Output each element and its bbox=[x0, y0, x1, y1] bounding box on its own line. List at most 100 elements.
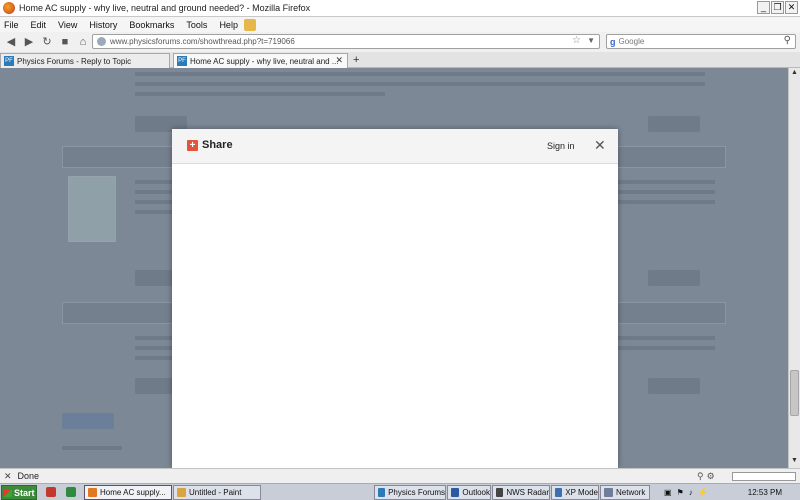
taskbar-label: Home AC supply... bbox=[100, 488, 166, 497]
taskbar: Start Home AC supply... Untitled - Paint… bbox=[0, 483, 800, 500]
close-icon[interactable]: ✕ bbox=[594, 137, 606, 154]
text-line bbox=[62, 446, 122, 450]
url-text: www.physicsforums.com/showthread.php?t=7… bbox=[110, 37, 295, 46]
paint-icon bbox=[177, 488, 186, 497]
tab-label: Physics Forums - Reply to Topic bbox=[17, 56, 132, 66]
tray-network-icon[interactable]: ▣ bbox=[664, 488, 672, 497]
window-title: Home AC supply - why live, neutral and g… bbox=[19, 3, 311, 13]
menu-bookmarks[interactable]: Bookmarks bbox=[129, 20, 174, 30]
status-bar: ✕ Done ⚲ ⚙ bbox=[0, 468, 800, 483]
menu-edit[interactable]: Edit bbox=[31, 20, 47, 30]
tab-label: Home AC supply - why live, neutral and .… bbox=[190, 56, 339, 66]
minimize-button[interactable]: _ bbox=[757, 1, 770, 14]
restore-button[interactable]: ❐ bbox=[771, 1, 784, 14]
reload-icon[interactable]: ↻ bbox=[40, 35, 54, 49]
back-icon[interactable]: ◀ bbox=[4, 35, 18, 49]
tab-reply-to-topic[interactable]: PF Physics Forums - Reply to Topic bbox=[0, 53, 170, 68]
favicon-icon: PF bbox=[177, 56, 187, 66]
status-icons: ⚲ ⚙ bbox=[697, 471, 715, 482]
window-controls: _ ❐ ✕ bbox=[757, 1, 798, 14]
tray-power-icon[interactable]: ⚡ bbox=[698, 488, 708, 497]
menu-help[interactable]: Help bbox=[219, 20, 238, 30]
taskbar-label: Network bbox=[616, 488, 646, 497]
text-line bbox=[135, 92, 385, 96]
taskbar-label: Outlook bbox=[462, 488, 490, 497]
taskbar-button-paint[interactable]: Untitled - Paint bbox=[173, 485, 261, 500]
start-label: Start bbox=[14, 487, 35, 498]
taskbar-button-outlook[interactable]: Outlook bbox=[447, 485, 491, 500]
home-icon[interactable]: ⌂ bbox=[76, 35, 90, 49]
status-close-icon[interactable]: ✕ bbox=[4, 471, 12, 482]
radar-icon bbox=[496, 488, 504, 497]
zoom-icon[interactable]: ⚲ bbox=[697, 471, 704, 482]
addon-status-icon[interactable]: ⚙ bbox=[707, 471, 715, 482]
start-button[interactable]: Start bbox=[1, 485, 37, 500]
stop-icon[interactable]: ■ bbox=[58, 35, 72, 49]
share-plus-icon: + bbox=[187, 140, 198, 151]
close-tab-icon[interactable]: ✕ bbox=[335, 55, 343, 66]
menu-view[interactable]: View bbox=[58, 20, 77, 30]
tray-volume-icon[interactable]: ♪ bbox=[689, 488, 693, 497]
taskbar-button-network[interactable]: Network bbox=[600, 485, 650, 500]
url-bar[interactable]: www.physicsforums.com/showthread.php?t=7… bbox=[92, 34, 600, 49]
share-title: Share bbox=[202, 139, 233, 151]
bookmark-star-icon[interactable]: ☆ bbox=[572, 35, 581, 46]
scroll-up-icon[interactable]: ▲ bbox=[789, 69, 800, 79]
scroll-down-icon[interactable]: ▼ bbox=[789, 457, 800, 467]
status-text: Done bbox=[17, 471, 40, 481]
menu-bar: File Edit View History Bookmarks Tools H… bbox=[0, 17, 800, 32]
menu-history[interactable]: History bbox=[89, 20, 117, 30]
search-bar[interactable]: g Google ⚲ bbox=[606, 34, 796, 49]
forward-icon[interactable]: ▶ bbox=[22, 35, 36, 49]
taskbar-label: NWS Radar bbox=[506, 488, 549, 497]
tab-bar: PF Physics Forums - Reply to Topic PF Ho… bbox=[0, 52, 800, 68]
taskbar-button-physics-forums[interactable]: Physics Forums bbox=[374, 485, 446, 500]
sign-in-link[interactable]: Sign in bbox=[547, 141, 575, 151]
network-icon bbox=[604, 488, 613, 497]
text-line bbox=[135, 72, 705, 76]
physics-forums-icon bbox=[378, 488, 386, 497]
taskbar-label: Physics Forums bbox=[388, 488, 445, 497]
xp-mode-icon bbox=[555, 488, 563, 497]
tab-home-ac-supply[interactable]: PF Home AC supply - why live, neutral an… bbox=[173, 53, 348, 68]
site-identity-icon[interactable] bbox=[97, 37, 106, 46]
menu-file[interactable]: File bbox=[4, 20, 19, 30]
new-tab-icon[interactable]: + bbox=[353, 54, 359, 66]
status-progress-field bbox=[732, 472, 796, 481]
firefox-icon bbox=[3, 2, 15, 14]
reply-button bbox=[648, 270, 700, 286]
taskbar-button-xp-mode[interactable]: XP Mode bbox=[551, 485, 599, 500]
addon-icon[interactable] bbox=[243, 18, 256, 31]
taskbar-label: Untitled - Paint bbox=[189, 488, 242, 497]
avatar bbox=[68, 176, 116, 242]
google-icon[interactable]: g bbox=[610, 37, 616, 47]
navigation-bar: ◀ ▶ ↻ ■ ⌂ www.physicsforums.com/showthre… bbox=[0, 32, 800, 52]
url-dropdown-icon[interactable]: ▼ bbox=[587, 36, 595, 45]
taskbar-label: XP Mode bbox=[565, 488, 598, 497]
text-line bbox=[135, 82, 705, 86]
share-dialog-body bbox=[172, 164, 618, 468]
quicklaunch-app-icon[interactable] bbox=[66, 487, 76, 497]
favicon-icon: PF bbox=[4, 56, 14, 66]
search-placeholder: Google bbox=[618, 37, 645, 46]
firefox-icon bbox=[88, 488, 97, 497]
scroll-thumb[interactable] bbox=[790, 370, 799, 416]
menu-tools[interactable]: Tools bbox=[186, 20, 207, 30]
reply-button bbox=[648, 378, 700, 394]
taskbar-button-nws-radar[interactable]: NWS Radar bbox=[492, 485, 550, 500]
share-dialog: + Share Sign in ✕ bbox=[172, 129, 618, 468]
windows-flag-icon bbox=[4, 488, 12, 497]
outlook-icon bbox=[451, 488, 460, 497]
close-window-button[interactable]: ✕ bbox=[785, 1, 798, 14]
system-clock[interactable]: 12:53 PM bbox=[748, 488, 782, 497]
quicklaunch-opera-icon[interactable] bbox=[46, 487, 56, 497]
post-reply-button bbox=[62, 413, 114, 429]
system-tray: ▣ ⚑ ♪ ⚡ 12:53 PM bbox=[660, 485, 800, 500]
page-scrollbar[interactable]: ▲ ▼ bbox=[788, 68, 800, 468]
share-dialog-header: + Share Sign in ✕ bbox=[172, 129, 618, 164]
tray-flag-icon[interactable]: ⚑ bbox=[677, 488, 684, 497]
search-icon[interactable]: ⚲ bbox=[784, 35, 791, 46]
taskbar-button-firefox[interactable]: Home AC supply... bbox=[84, 485, 172, 500]
reply-button bbox=[648, 116, 700, 132]
window-titlebar: Home AC supply - why live, neutral and g… bbox=[0, 0, 800, 17]
